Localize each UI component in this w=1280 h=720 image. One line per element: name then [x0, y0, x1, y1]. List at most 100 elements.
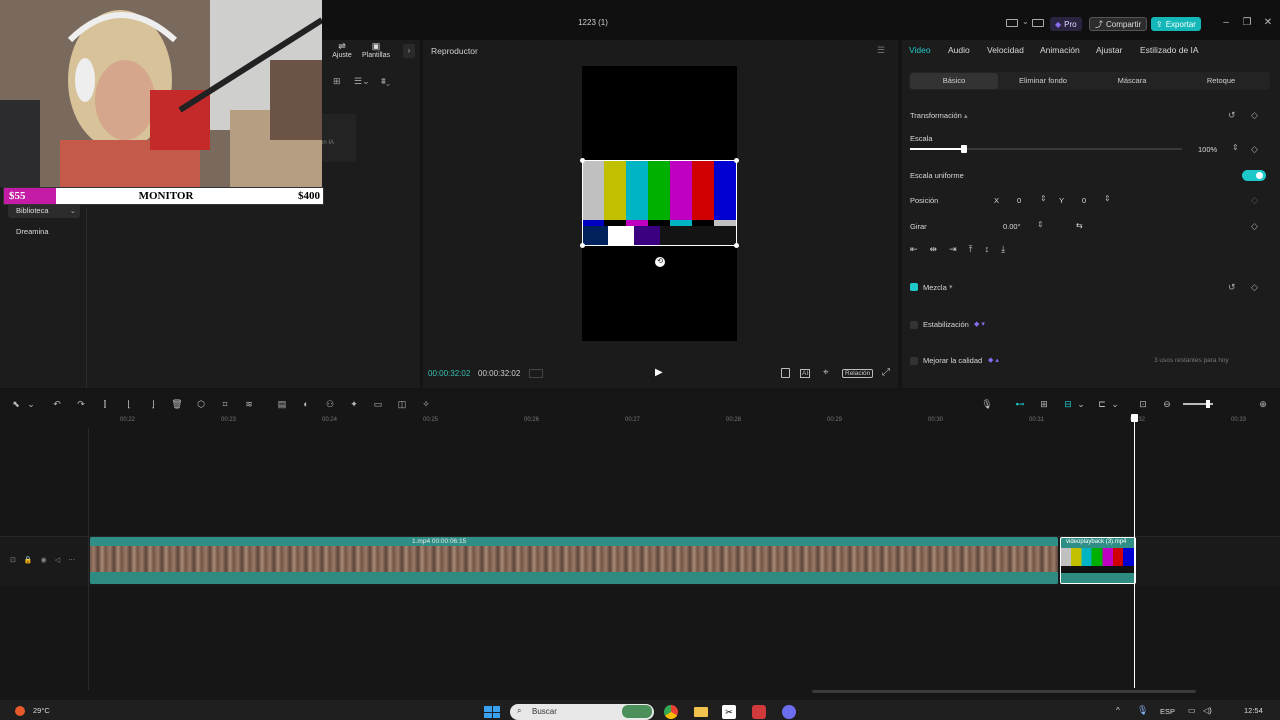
export-button[interactable]: ⇪ Exportar [1151, 17, 1201, 31]
reset-icon[interactable]: ↺ [1228, 282, 1236, 293]
speaker-icon[interactable]: ◁) [1203, 706, 1212, 715]
stepper-icon[interactable]: ⇕ [1037, 220, 1044, 229]
preview-axis-icon[interactable]: ⊟ [1062, 398, 1074, 410]
magic-wand-icon[interactable]: ✦ [348, 398, 360, 410]
main-video-clip[interactable]: 1.mp4 00:00:06:15 [90, 537, 1058, 584]
volume-icon[interactable]: ◁ [55, 556, 60, 564]
keyboard-icon[interactable] [1032, 19, 1044, 27]
align-top-icon[interactable]: ⤒ [969, 244, 973, 259]
more-icon[interactable]: ⋯ [68, 556, 75, 564]
sort-icon[interactable]: ☰⌄ [354, 76, 370, 87]
resize-handle[interactable] [734, 243, 739, 248]
time-ruler[interactable]: 00:22 00:23 00:24 00:25 00:26 00:27 00:28 00:29… [90, 416, 1280, 428]
reset-icon[interactable]: ↺ [1228, 110, 1236, 121]
align-center-v-icon[interactable]: ↕ [985, 244, 990, 259]
fullscreen-frame-icon[interactable]: ⌖ [823, 367, 829, 378]
scale-slider-knob[interactable] [961, 145, 968, 153]
layout-icon[interactable] [1006, 19, 1018, 27]
selection-box[interactable] [580, 158, 739, 248]
caption-track-icon[interactable]: ⊡ [1137, 398, 1149, 410]
keyframe-icon[interactable]: ◇ [1251, 221, 1258, 232]
ai-effect-icon[interactable]: ✧ [420, 398, 432, 410]
split-icon[interactable]: ⫿ [99, 398, 111, 410]
horizontal-scrollbar[interactable] [812, 690, 1196, 693]
tab-estilizado-ia[interactable]: Estilizado de IA [1140, 45, 1199, 55]
tab-animacion[interactable]: Animación [1040, 45, 1080, 55]
ratio-button[interactable]: Relación [842, 369, 874, 378]
mic-icon[interactable]: 🎙 [1137, 705, 1148, 716]
zoom-slider-knob[interactable] [1206, 400, 1210, 408]
chevron-down-icon[interactable]: ▾ [949, 283, 953, 291]
tab-audio[interactable]: Audio [948, 45, 970, 55]
uniform-scale-toggle[interactable] [1242, 170, 1266, 181]
undo-icon[interactable]: ↶ [51, 398, 63, 410]
resize-handle[interactable] [580, 243, 585, 248]
crop-icon[interactable] [781, 368, 790, 378]
selected-video-clip[interactable]: videoplayback (3).mp4 [1060, 537, 1136, 584]
resize-handle[interactable] [734, 158, 739, 163]
chrome-icon[interactable] [664, 705, 678, 719]
delete-icon[interactable]: 🗑 [171, 398, 183, 410]
share-button[interactable]: ⤴ Compartir [1089, 17, 1148, 31]
stepper-icon[interactable]: ⇕ [1232, 143, 1239, 152]
chevron-right-icon[interactable]: › [403, 44, 415, 58]
rotate-value[interactable]: 0.00° [1003, 222, 1021, 231]
tab-ajustar[interactable]: Ajustar [1096, 45, 1122, 55]
keyframe-icon[interactable]: ◇ [1251, 195, 1258, 206]
split-screen-icon[interactable]: ⊏ [1096, 398, 1108, 410]
quality-checkbox[interactable] [910, 357, 918, 365]
align-right-icon[interactable]: ⇥ [949, 244, 957, 259]
close-icon[interactable]: ✕ [1260, 16, 1276, 30]
folder-icon[interactable] [694, 707, 708, 717]
y-value[interactable]: 0 [1082, 196, 1086, 205]
scale-slider-track[interactable] [910, 145, 1182, 153]
eye-icon[interactable]: ◉ [41, 556, 47, 564]
blend-checkbox[interactable] [910, 283, 918, 291]
resize-handle[interactable] [580, 158, 585, 163]
chevron-up-icon[interactable]: ^ [1116, 706, 1120, 715]
zoom-slider[interactable] [1183, 400, 1213, 408]
stabilize-checkbox[interactable] [910, 321, 918, 329]
mirror-icon[interactable]: ◐ [300, 398, 312, 410]
trim-right-icon[interactable]: ⌋ [147, 398, 159, 410]
minimize-icon[interactable]: – [1218, 16, 1234, 30]
scale-value[interactable]: 100% [1198, 145, 1217, 154]
speed-icon[interactable]: ≋ [243, 398, 255, 410]
keyframe-icon[interactable]: ◇ [1251, 282, 1258, 293]
timecode-icon[interactable] [529, 369, 543, 378]
pro-button[interactable]: ◆ Pro [1050, 17, 1082, 31]
zoom-in-icon[interactable]: ⊕ [1257, 398, 1269, 410]
sidebar-item-biblioteca[interactable]: Biblioteca ⌄ [8, 204, 80, 218]
align-left-icon[interactable]: ⇤ [910, 244, 918, 259]
tab-video[interactable]: Video [909, 45, 931, 55]
discord-icon[interactable] [782, 705, 796, 719]
snap-icon[interactable]: ⊞ [1038, 398, 1050, 410]
track-cover-icon[interactable]: ⊡ [10, 556, 16, 564]
ai-icon[interactable]: AI [800, 369, 811, 378]
chevron-down-icon[interactable]: ⌄ [1075, 398, 1087, 410]
weather-icon[interactable] [15, 706, 25, 716]
playhead[interactable] [1134, 416, 1135, 688]
capcut-icon[interactable]: ✂ [722, 705, 736, 719]
subtab-eliminar-fondo[interactable]: Eliminar fondo [999, 73, 1087, 89]
keyframe-icon[interactable]: ◇ [1251, 144, 1258, 155]
maximize-icon[interactable]: ❐ [1239, 16, 1255, 30]
play-icon[interactable]: ▶ [655, 367, 663, 378]
transform-heading[interactable]: Transformación ▴ [910, 111, 968, 120]
tab-velocidad[interactable]: Velocidad [987, 45, 1024, 55]
image-crop-icon[interactable]: ◫ [396, 398, 408, 410]
preview-canvas[interactable]: ⟲ [580, 66, 739, 341]
language-indicator[interactable]: ESP [1160, 707, 1175, 716]
align-bottom-icon[interactable]: ⤓ [1001, 244, 1005, 259]
crop-tool-icon[interactable]: ⌗ [219, 398, 231, 410]
sidebar-item-dreamina[interactable]: Dreamina [8, 225, 80, 239]
subtab-mascara[interactable]: Máscara [1088, 73, 1176, 89]
stepper-icon[interactable]: ⇕ [1104, 194, 1111, 203]
chevron-down-icon[interactable]: ⌄ [1109, 398, 1121, 410]
monitor-icon[interactable]: ▭ [1188, 706, 1196, 715]
stepper-icon[interactable]: ⇕ [1040, 194, 1047, 203]
menu-icon[interactable]: ☰ [877, 45, 885, 56]
align-center-h-icon[interactable]: ⇹ [930, 244, 938, 259]
tab-plantillas[interactable]: ▣ Plantillas [354, 41, 398, 59]
cutout-icon[interactable]: ⚇ [324, 398, 336, 410]
